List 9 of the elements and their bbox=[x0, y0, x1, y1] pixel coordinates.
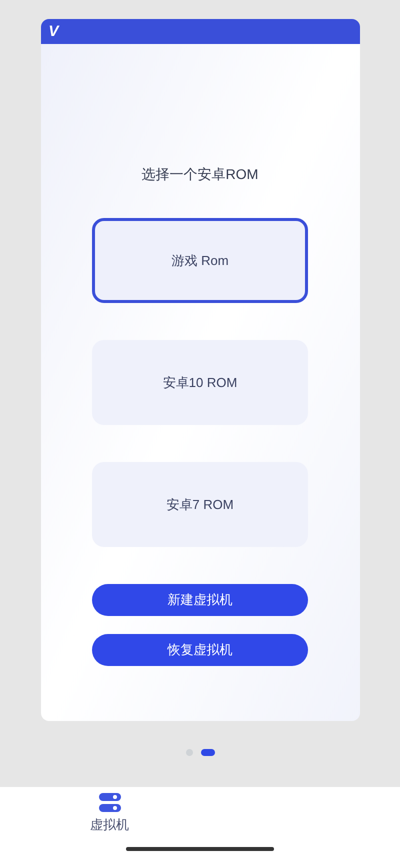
rom-option[interactable]: 安卓10 ROM bbox=[92, 340, 308, 425]
server-icon bbox=[98, 793, 120, 813]
action-button[interactable]: 恢复虚拟机 bbox=[92, 634, 308, 666]
prompt-text: 选择一个安卓ROM bbox=[142, 165, 258, 184]
app-logo: V bbox=[48, 24, 59, 39]
nav-tab[interactable]: 虚拟机 bbox=[90, 793, 129, 834]
rom-option[interactable]: 游戏 Rom bbox=[92, 218, 308, 303]
action-button[interactable]: 新建虚拟机 bbox=[92, 584, 308, 616]
rom-option[interactable]: 安卓7 ROM bbox=[92, 462, 308, 547]
